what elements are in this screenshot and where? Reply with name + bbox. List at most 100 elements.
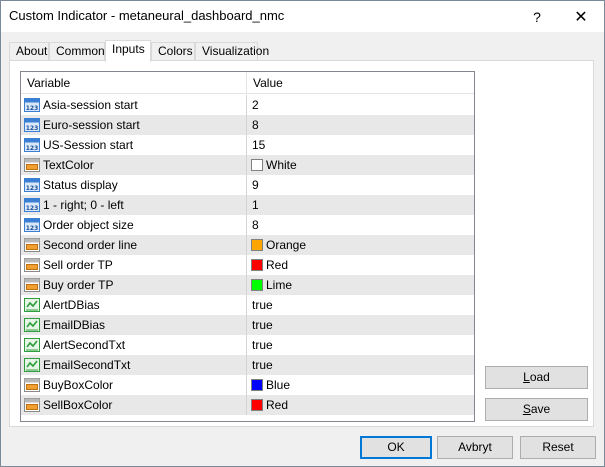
variable-cell[interactable]: 123 Euro-session start (21, 115, 247, 135)
table-row[interactable]: SellBoxColor Red (21, 395, 474, 415)
row-variable-name: US-Session start (43, 138, 134, 152)
dialog-client: About Common Inputs Colors Visualization… (1, 32, 604, 466)
value-cell[interactable]: Red (247, 395, 474, 415)
color-swatch (251, 279, 263, 291)
grid-header: Variable Value (21, 72, 474, 94)
color-swatch (251, 159, 263, 171)
value-cell[interactable]: 2 (247, 95, 474, 115)
value-cell[interactable]: Orange (247, 235, 474, 255)
variable-cell[interactable]: EmailSecondTxt (21, 355, 247, 375)
save-accelerator: S (522, 402, 531, 416)
svg-text:123: 123 (26, 105, 39, 112)
value-cell[interactable]: Blue (247, 375, 474, 395)
table-row[interactable]: Second order line Orange (21, 235, 474, 255)
variable-cell[interactable]: AlertSecondTxt (21, 335, 247, 355)
value-cell[interactable]: 1 (247, 195, 474, 215)
row-variable-name: EmailSecondTxt (43, 358, 131, 372)
variable-cell[interactable]: Sell order TP (21, 255, 247, 275)
inputs-grid[interactable]: Variable Value 123 Asia-session start 2 123… (20, 71, 475, 422)
table-row[interactable]: BuyBoxColor Blue (21, 375, 474, 395)
svg-text:123: 123 (26, 145, 39, 152)
color-swatch (251, 399, 263, 411)
value-cell[interactable]: 15 (247, 135, 474, 155)
table-row[interactable]: AlertSecondTxt true (21, 335, 474, 355)
title-bar: Custom Indicator - metaneural_dashboard_… (1, 1, 604, 32)
integer-param-icon: 123 (24, 117, 40, 133)
load-accelerator: L (523, 370, 530, 384)
table-row[interactable]: TextColor White (21, 155, 474, 175)
integer-param-icon: 123 (24, 197, 40, 213)
row-value: true (252, 318, 273, 332)
tab-inputs[interactable]: Inputs (105, 40, 151, 62)
row-value: 8 (252, 118, 259, 132)
help-button[interactable]: ? (515, 1, 559, 32)
row-value: 15 (252, 138, 266, 152)
table-row[interactable]: 123 Euro-session start 8 (21, 115, 474, 135)
variable-cell[interactable]: Second order line (21, 235, 247, 255)
color-param-icon (24, 277, 40, 293)
row-variable-name: Sell order TP (43, 258, 113, 272)
load-button[interactable]: Load (485, 366, 588, 389)
value-cell[interactable]: true (247, 355, 474, 375)
row-variable-name: SellBoxColor (43, 398, 113, 412)
column-header-value[interactable]: Value (247, 72, 474, 94)
row-value: 1 (252, 198, 259, 212)
tab-visualization[interactable]: Visualization (195, 42, 269, 61)
close-button[interactable]: ✕ (559, 1, 603, 32)
table-row[interactable]: EmailSecondTxt true (21, 355, 474, 375)
row-variable-name: Asia-session start (43, 98, 138, 112)
table-row[interactable]: 123 Asia-session start 2 (21, 95, 474, 115)
variable-cell[interactable]: 123 Order object size (21, 215, 247, 235)
table-row[interactable]: 123 US-Session start 15 (21, 135, 474, 155)
cancel-button[interactable]: Avbryt (437, 436, 513, 459)
value-cell[interactable]: White (247, 155, 474, 175)
window-title: Custom Indicator - metaneural_dashboard_… (9, 8, 285, 23)
variable-cell[interactable]: 123 Asia-session start (21, 95, 247, 115)
value-cell[interactable]: 8 (247, 115, 474, 135)
load-label: oad (529, 370, 550, 384)
value-cell[interactable]: Red (247, 255, 474, 275)
variable-cell[interactable]: BuyBoxColor (21, 375, 247, 395)
table-row[interactable]: 123 1 - right; 0 - left 1 (21, 195, 474, 215)
row-value: 9 (252, 178, 259, 192)
value-cell[interactable]: true (247, 315, 474, 335)
variable-cell[interactable]: Buy order TP (21, 275, 247, 295)
reset-button[interactable]: Reset (520, 436, 596, 459)
variable-cell[interactable]: AlertDBias (21, 295, 247, 315)
tab-colors[interactable]: Colors (151, 42, 195, 61)
variable-cell[interactable]: TextColor (21, 155, 247, 175)
row-variable-name: AlertDBias (43, 298, 100, 312)
variable-cell[interactable]: 123 US-Session start (21, 135, 247, 155)
table-row[interactable]: Sell order TP Red (21, 255, 474, 275)
table-row[interactable]: EmailDBias true (21, 315, 474, 335)
variable-cell[interactable]: 123 1 - right; 0 - left (21, 195, 247, 215)
value-cell[interactable]: Lime (247, 275, 474, 295)
color-param-icon (24, 237, 40, 253)
save-button[interactable]: Save (485, 398, 588, 421)
variable-cell[interactable]: SellBoxColor (21, 395, 247, 415)
tab-common[interactable]: Common (49, 42, 105, 61)
row-variable-name: EmailDBias (43, 318, 106, 332)
row-value: true (252, 358, 273, 372)
row-value: Red (266, 398, 289, 412)
variable-cell[interactable]: 123 Status display (21, 175, 247, 195)
value-cell[interactable]: 8 (247, 215, 474, 235)
table-row[interactable]: Buy order TP Lime (21, 275, 474, 295)
row-value: Orange (266, 238, 307, 252)
value-cell[interactable]: 9 (247, 175, 474, 195)
bool-param-icon (24, 357, 40, 373)
row-value: Red (266, 258, 289, 272)
ok-button[interactable]: OK (360, 436, 432, 459)
variable-cell[interactable]: EmailDBias (21, 315, 247, 335)
row-variable-name: Euro-session start (43, 118, 140, 132)
integer-param-icon: 123 (24, 217, 40, 233)
column-header-variable[interactable]: Variable (21, 72, 247, 94)
table-row[interactable]: AlertDBias true (21, 295, 474, 315)
tab-about[interactable]: About (9, 42, 49, 61)
row-variable-name: Order object size (43, 218, 134, 232)
value-cell[interactable]: true (247, 295, 474, 315)
value-cell[interactable]: true (247, 335, 474, 355)
table-row[interactable]: 123 Status display 9 (21, 175, 474, 195)
table-row[interactable]: 123 Order object size 8 (21, 215, 474, 235)
color-swatch (251, 259, 263, 271)
